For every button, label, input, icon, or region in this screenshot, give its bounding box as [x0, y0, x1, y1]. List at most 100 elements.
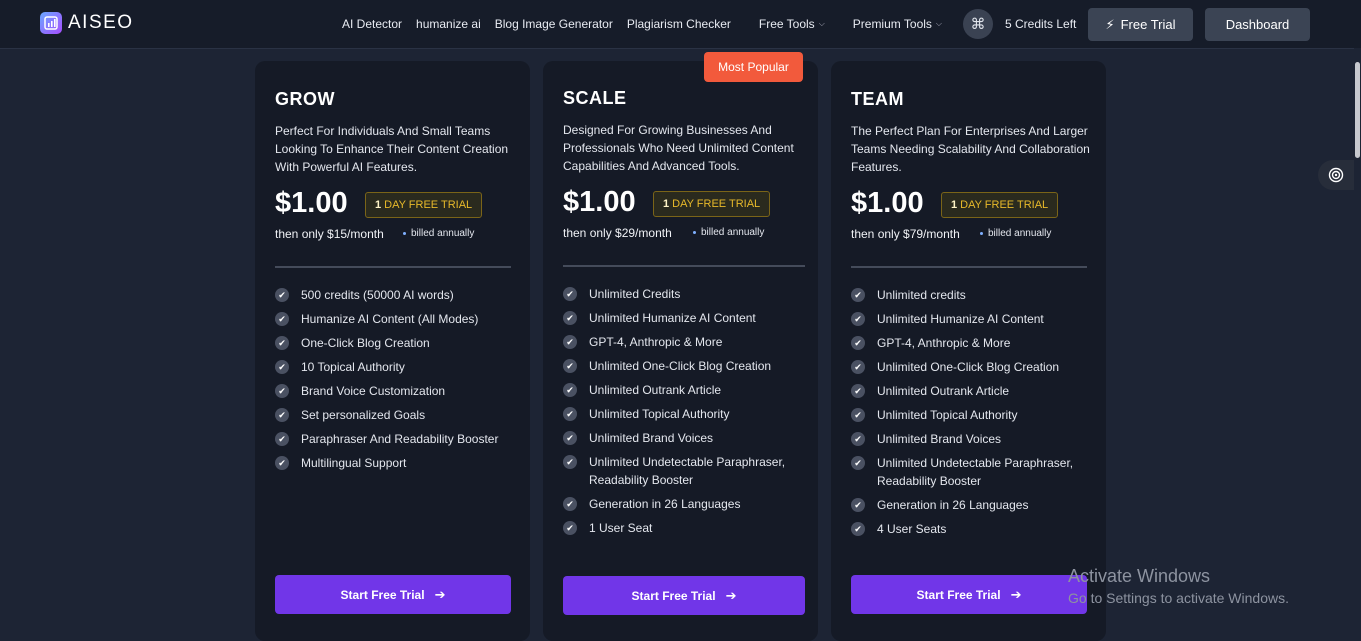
check-icon: ✔	[563, 455, 577, 469]
nav-link-humanize-ai[interactable]: humanize ai	[416, 17, 481, 31]
check-icon: ✔	[275, 432, 289, 446]
chevron-down-icon: ⌵	[818, 19, 825, 28]
feature-item: ✔ 4 User Seats	[851, 520, 1096, 538]
feature-text: Unlimited Humanize AI Content	[589, 311, 756, 325]
feature-item: ✔ Unlimited One-Click Blog Creation	[563, 357, 808, 375]
feature-item: ✔ GPT-4, Anthropic & More	[851, 334, 1096, 352]
check-icon: ✔	[851, 522, 865, 536]
feature-item: ✔ 1 User Seat	[563, 519, 808, 537]
feature-text: 10 Topical Authority	[301, 360, 405, 374]
feature-item: ✔ 500 credits (50000 AI words)	[275, 286, 520, 304]
watermark-subtitle: Go to Settings to activate Windows.	[1068, 590, 1289, 606]
plan-card-team: TEAM The Perfect Plan For Enterprises An…	[831, 61, 1106, 641]
check-icon: ✔	[851, 312, 865, 326]
billed-text: billed annually	[701, 227, 765, 238]
trial-badge: 1 DAY FREE TRIAL	[365, 192, 483, 218]
plan-price: $1.00	[275, 187, 348, 219]
free-trial-button[interactable]: ⚡ Free Trial	[1088, 8, 1193, 41]
feature-text: One-Click Blog Creation	[301, 336, 430, 350]
check-icon: ✔	[851, 498, 865, 512]
feature-item: ✔ Set personalized Goals	[275, 406, 520, 424]
check-icon: ✔	[851, 432, 865, 446]
check-icon: ✔	[563, 359, 577, 373]
divider	[275, 266, 511, 268]
nav-link-blog-image-generator[interactable]: Blog Image Generator	[495, 17, 613, 31]
feature-text: Unlimited Topical Authority	[877, 408, 1018, 422]
start-free-trial-button[interactable]: Start Free Trial ➔	[275, 575, 511, 614]
feature-text: 4 User Seats	[877, 522, 947, 536]
feature-item: ✔ Unlimited Topical Authority	[563, 405, 808, 423]
scrollbar-thumb[interactable]	[1355, 62, 1360, 158]
trial-badge-text: DAY FREE TRIAL	[960, 199, 1049, 211]
check-icon: ✔	[275, 456, 289, 470]
feature-text: Unlimited Humanize AI Content	[877, 312, 1044, 326]
billed-text: billed annually	[411, 228, 475, 239]
check-icon: ✔	[851, 408, 865, 422]
cta-label: Start Free Trial	[631, 588, 716, 603]
feature-item: ✔ Generation in 26 Languages	[563, 495, 808, 513]
plan-price: $1.00	[563, 186, 636, 218]
logo[interactable]: AISEO	[40, 12, 134, 34]
nav-dropdown-free-tools[interactable]: Free Tools ⌵	[759, 17, 825, 31]
feature-item: ✔ Unlimited credits	[851, 286, 1096, 304]
check-icon: ✔	[275, 384, 289, 398]
nav-link-plagiarism-checker[interactable]: Plagiarism Checker	[627, 17, 731, 31]
feature-text: Generation in 26 Languages	[589, 497, 741, 511]
feature-text: Unlimited One-Click Blog Creation	[877, 360, 1060, 374]
feature-text: Unlimited Credits	[589, 287, 681, 301]
arrow-right-icon: ➔	[725, 587, 737, 603]
most-popular-badge: Most Popular	[704, 52, 803, 82]
feature-text: Unlimited One-Click Blog Creation	[589, 359, 772, 373]
logo-icon	[40, 12, 62, 34]
command-icon[interactable]: ⌘	[963, 9, 993, 39]
check-icon: ✔	[851, 288, 865, 302]
top-navbar: AISEO AI Detector humanize ai Blog Image…	[0, 0, 1361, 49]
feature-text: Set personalized Goals	[301, 408, 426, 422]
feature-item: ✔ Unlimited Undetectable Paraphraser, Rea…	[563, 453, 808, 489]
feature-text: Humanize AI Content (All Modes)	[301, 312, 479, 326]
feature-text: 1 User Seat	[589, 521, 653, 535]
cta-label: Start Free Trial	[340, 587, 425, 602]
plan-description: Designed For Growing Businesses And Prof…	[563, 123, 794, 173]
divider	[851, 266, 1087, 268]
bullet-dot-icon	[403, 232, 406, 235]
start-free-trial-button[interactable]: Start Free Trial ➔	[851, 575, 1087, 614]
check-icon: ✔	[275, 408, 289, 422]
feature-item: ✔ Generation in 26 Languages	[851, 496, 1096, 514]
check-icon: ✔	[275, 288, 289, 302]
credits-left: 5 Credits Left	[1005, 17, 1077, 31]
feature-item: ✔ 10 Topical Authority	[275, 358, 520, 376]
feature-text: Unlimited Brand Voices	[877, 432, 1002, 446]
billed-note: billed annually	[693, 227, 764, 238]
bullet-dot-icon	[693, 231, 696, 234]
check-icon: ✔	[851, 384, 865, 398]
feature-text: Unlimited Outrank Article	[877, 384, 1010, 398]
nav-dropdown-premium-tools[interactable]: Premium Tools ⌵	[853, 17, 942, 31]
plan-card-scale: SCALE Designed For Growing Businesses An…	[543, 61, 818, 641]
check-icon: ✔	[563, 407, 577, 421]
check-icon: ✔	[275, 336, 289, 350]
plan-description: Perfect For Individuals And Small Teams …	[275, 124, 509, 174]
check-icon: ✔	[563, 383, 577, 397]
feature-item: ✔ Unlimited One-Click Blog Creation	[851, 358, 1096, 376]
dashboard-button[interactable]: Dashboard	[1205, 8, 1310, 41]
plan-then-price: then only $15/month	[275, 227, 384, 241]
target-icon[interactable]	[1318, 160, 1354, 190]
feature-item: ✔ Paraphraser And Readability Booster	[275, 430, 520, 448]
trial-badge-number: 1	[663, 198, 670, 210]
plan-then-price: then only $79/month	[851, 227, 960, 241]
feature-item: ✔ One-Click Blog Creation	[275, 334, 520, 352]
feature-item: ✔ Unlimited Brand Voices	[563, 429, 808, 447]
check-icon: ✔	[851, 360, 865, 374]
nav-link-ai-detector[interactable]: AI Detector	[342, 17, 402, 31]
feature-item: ✔ Unlimited Topical Authority	[851, 406, 1096, 424]
divider	[563, 265, 805, 267]
arrow-right-icon: ➔	[1010, 586, 1022, 602]
feature-list: ✔ Unlimited Credits ✔ Unlimited Humanize A…	[563, 285, 808, 543]
plan-name: GROW	[275, 89, 335, 109]
plan-name: SCALE	[563, 88, 627, 108]
feature-item: ✔ Brand Voice Customization	[275, 382, 520, 400]
feature-text: Unlimited credits	[877, 288, 966, 302]
plan-description: The Perfect Plan For Enterprises And Lar…	[851, 124, 1090, 174]
start-free-trial-button[interactable]: Start Free Trial ➔	[563, 576, 805, 615]
